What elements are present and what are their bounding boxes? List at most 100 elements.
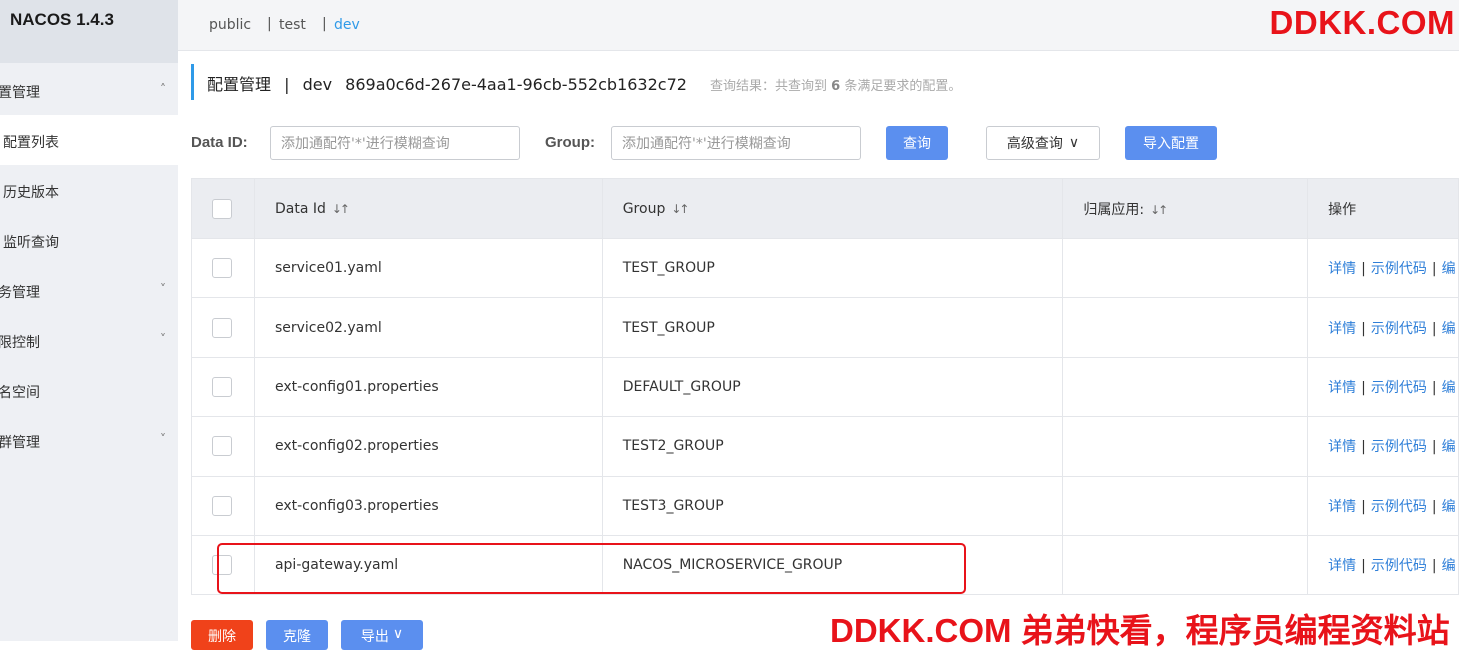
- clone-button[interactable]: 克隆: [266, 620, 328, 650]
- namespace-separator: |: [267, 16, 272, 32]
- edit-link[interactable]: 编: [1442, 321, 1456, 337]
- edit-link[interactable]: 编: [1442, 439, 1456, 455]
- row-checkbox[interactable]: [212, 436, 232, 457]
- cell-app: [1062, 297, 1309, 358]
- group-input[interactable]: 添加通配符'*'进行模糊查询: [611, 126, 861, 160]
- config-table: Data Id ↓↑ Group ↓↑ 归属应用: ↓↑ 操作 service01.y…: [191, 178, 1459, 596]
- cell-operations: 详情 | 示例代码 | 编: [1307, 356, 1459, 418]
- edit-link[interactable]: 编: [1442, 558, 1456, 574]
- sample-code-link[interactable]: 示例代码: [1371, 499, 1427, 515]
- sidebar-item-label: 历史版本: [3, 185, 59, 201]
- detail-link[interactable]: 详情: [1328, 558, 1356, 574]
- namespace-public[interactable]: public: [209, 17, 251, 33]
- sidebar-item-listener-query[interactable]: 监听查询: [0, 215, 178, 265]
- advanced-search-button[interactable]: 高级查询 ∨: [986, 126, 1100, 160]
- namespace-dev[interactable]: dev: [334, 17, 360, 33]
- chevron-down-icon: ˅: [160, 432, 166, 446]
- ops-separator: |: [1431, 261, 1437, 278]
- detail-link[interactable]: 详情: [1328, 380, 1356, 396]
- sidebar-item-label: 监听查询: [3, 235, 59, 251]
- title-separator: |: [284, 75, 290, 94]
- cell-app: [1062, 416, 1309, 477]
- cell-operations: 详情 | 示例代码 | 编: [1307, 297, 1459, 358]
- cell-group: TEST_GROUP: [601, 237, 1064, 299]
- cell-app: [1062, 237, 1309, 299]
- ops-separator: |: [1361, 439, 1366, 456]
- watermark-bottom: DDKK.COM 弟弟快看，程序员编程资料站: [830, 612, 1450, 649]
- sidebar-item-config-list[interactable]: 配置列表: [0, 115, 178, 165]
- table-row: ext-config01.properties DEFAULT_GROUP 详情 | 示…: [191, 356, 1459, 418]
- row-checkbox[interactable]: [212, 495, 232, 516]
- chevron-up-icon: ˄: [160, 82, 166, 96]
- row-select-cell: [191, 416, 255, 477]
- sample-code-link[interactable]: 示例代码: [1371, 558, 1427, 574]
- cell-data-id: service02.yaml: [253, 297, 603, 358]
- data-id-label: Data ID:: [191, 134, 248, 151]
- table-row: service02.yaml TEST_GROUP 详情 | 示例代码 | 编: [191, 297, 1459, 358]
- sidebar-item-access-control[interactable]: 限控制 ˅: [0, 315, 178, 365]
- table-header-row: Data Id ↓↑ Group ↓↑ 归属应用: ↓↑ 操作: [191, 178, 1459, 239]
- detail-link[interactable]: 详情: [1328, 499, 1356, 515]
- ops-separator: |: [1431, 558, 1437, 575]
- highlight-box: [217, 543, 966, 594]
- header-group[interactable]: Group ↓↑: [601, 178, 1064, 239]
- chevron-down-icon: ˅: [160, 282, 166, 296]
- sidebar-item-config-management[interactable]: 置管理 ˄: [0, 65, 178, 115]
- sidebar-item-label: 群管理: [0, 435, 40, 451]
- cell-group: TEST2_GROUP: [601, 416, 1064, 477]
- select-all-checkbox[interactable]: [212, 198, 232, 219]
- sidebar-item-namespace[interactable]: 名空间: [0, 365, 178, 415]
- sample-code-link[interactable]: 示例代码: [1371, 261, 1427, 277]
- search-button[interactable]: 查询: [886, 126, 948, 160]
- ops-separator: |: [1431, 498, 1437, 515]
- cell-operations: 详情 | 示例代码 | 编: [1307, 237, 1459, 299]
- delete-button[interactable]: 删除: [191, 620, 253, 650]
- edit-link[interactable]: 编: [1442, 380, 1456, 396]
- ops-separator: |: [1431, 320, 1437, 337]
- row-checkbox[interactable]: [212, 258, 232, 279]
- sidebar-item-label: 务管理: [0, 285, 40, 301]
- edit-link[interactable]: 编: [1442, 499, 1456, 515]
- group-label: Group:: [545, 134, 595, 151]
- sort-icon[interactable]: ↓↑: [332, 202, 350, 216]
- namespace-test[interactable]: test: [279, 17, 306, 33]
- cell-data-id: ext-config02.properties: [253, 416, 603, 477]
- sort-icon[interactable]: ↓↑: [1150, 203, 1168, 217]
- cell-app: [1062, 534, 1309, 596]
- detail-link[interactable]: 详情: [1328, 439, 1356, 455]
- sidebar-item-cluster-management[interactable]: 群管理 ˅: [0, 415, 178, 465]
- ops-separator: |: [1361, 379, 1366, 396]
- edit-link[interactable]: 编: [1442, 261, 1456, 277]
- export-button[interactable]: 导出 ∨: [341, 620, 423, 650]
- header-data-id[interactable]: Data Id ↓↑: [253, 178, 603, 239]
- title-namespace: dev: [302, 75, 333, 94]
- sort-icon[interactable]: ↓↑: [671, 202, 689, 216]
- sample-code-link[interactable]: 示例代码: [1371, 439, 1427, 455]
- sample-code-link[interactable]: 示例代码: [1371, 380, 1427, 396]
- sidebar-item-service-management[interactable]: 务管理 ˅: [0, 265, 178, 315]
- data-id-input[interactable]: 添加通配符'*'进行模糊查询: [270, 126, 520, 160]
- cell-data-id: ext-config03.properties: [253, 475, 603, 536]
- chevron-down-icon: ˅: [160, 332, 166, 346]
- detail-link[interactable]: 详情: [1328, 321, 1356, 337]
- header-app[interactable]: 归属应用: ↓↑: [1062, 178, 1309, 239]
- page-title: 配置管理 | dev 869a0c6d-267e-4aa1-96cb-552cb…: [191, 64, 961, 100]
- cell-operations: 详情 | 示例代码 | 编: [1307, 475, 1459, 536]
- row-select-cell: [191, 356, 255, 418]
- table-row: ext-config02.properties TEST2_GROUP 详情 | 示例代…: [191, 416, 1459, 477]
- sample-code-link[interactable]: 示例代码: [1371, 321, 1427, 337]
- chevron-down-icon: ∨: [1068, 135, 1080, 151]
- row-checkbox[interactable]: [212, 376, 232, 397]
- import-config-button[interactable]: 导入配置: [1125, 126, 1217, 160]
- row-checkbox[interactable]: [212, 317, 232, 338]
- namespace-bar: public | test | dev: [178, 0, 1459, 51]
- sidebar-item-label: 置管理: [0, 85, 40, 101]
- sidebar: NACOS 1.4.3 置管理 ˄ 配置列表 历史版本 监听查询 务管理 ˅ 限…: [0, 0, 178, 641]
- header-select-cell: [191, 178, 255, 239]
- sidebar-item-history[interactable]: 历史版本: [0, 165, 178, 215]
- sidebar-item-label: 名空间: [0, 385, 40, 401]
- watermark-top: DDKK.COM: [1269, 4, 1455, 41]
- detail-link[interactable]: 详情: [1328, 261, 1356, 277]
- sidebar-item-label: 配置列表: [3, 135, 59, 151]
- row-select-cell: [191, 475, 255, 536]
